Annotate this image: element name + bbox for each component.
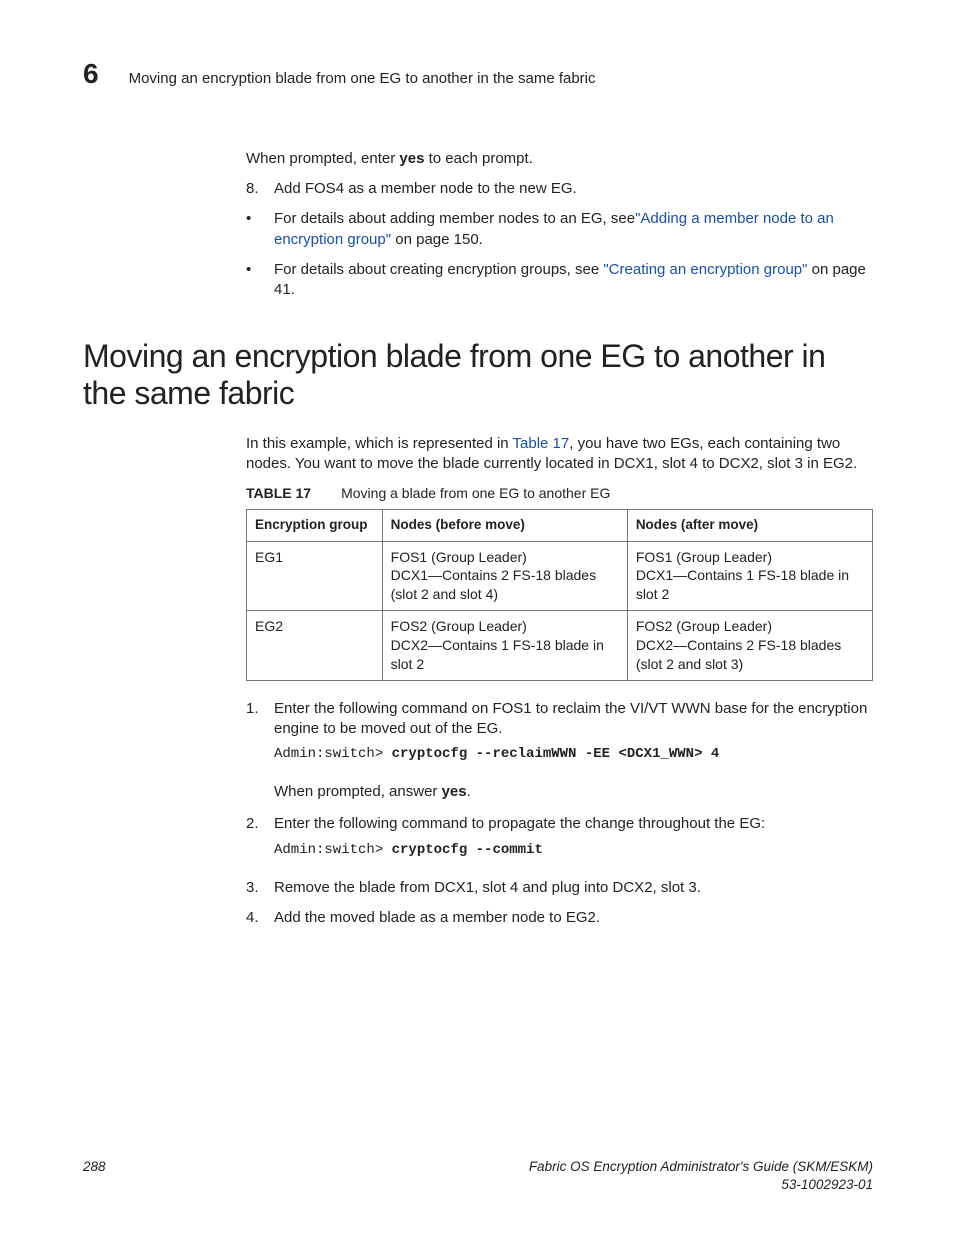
running-header: 6 Moving an encryption blade from one EG… xyxy=(83,55,873,93)
table-header-row: Encryption group Nodes (before move) Nod… xyxy=(247,510,873,541)
link-create-encryption-group[interactable]: "Creating an encryption group" xyxy=(603,261,807,278)
cell-before: FOS2 (Group Leader) DCX2—Contains 1 FS-1… xyxy=(382,611,627,681)
bullet-icon: • xyxy=(246,209,251,229)
text: When prompted, enter xyxy=(246,150,399,167)
running-title: Moving an encryption blade from one EG t… xyxy=(129,69,596,89)
table-17: Encryption group Nodes (before move) Nod… xyxy=(246,509,873,681)
code-plain: Admin:switch> xyxy=(274,842,392,858)
text: FOS1 (Group Leader) xyxy=(391,548,619,567)
text: to each prompt. xyxy=(424,150,532,167)
th-nodes-after: Nodes (after move) xyxy=(627,510,872,541)
text: FOS2 (Group Leader) xyxy=(636,617,864,636)
table-caption: Moving a blade from one EG to another EG xyxy=(341,485,610,501)
prompt-line: When prompted, enter yes to each prompt. xyxy=(246,149,873,169)
text: For details about creating encryption gr… xyxy=(274,261,603,278)
page-content: 6 Moving an encryption blade from one EG… xyxy=(83,55,873,938)
text: DCX2—Contains 1 FS-18 blade in slot 2 xyxy=(391,636,619,674)
step-marker: 4. xyxy=(246,908,259,928)
footer-doc-number: 53-1002923-01 xyxy=(529,1176,873,1194)
step-followup: When prompted, answer yes. xyxy=(274,782,873,802)
step-text: Enter the following command on FOS1 to r… xyxy=(274,700,867,737)
cell-after: FOS1 (Group Leader) DCX1—Contains 1 FS-1… xyxy=(627,541,872,611)
step-marker: 8. xyxy=(246,179,259,199)
code-block: Admin:switch> cryptocfg --reclaimWWN -EE… xyxy=(274,745,873,764)
text: DCX1—Contains 1 FS-18 blade in slot 2 xyxy=(636,566,864,604)
footer-doc-title: Fabric OS Encryption Administrator's Gui… xyxy=(529,1158,873,1176)
text: For details about adding member nodes to… xyxy=(274,210,635,227)
section-heading: Moving an encryption blade from one EG t… xyxy=(83,338,873,412)
step-text: Add FOS4 as a member node to the new EG. xyxy=(274,180,577,197)
text: . xyxy=(467,783,471,800)
text: on page 150. xyxy=(391,231,483,248)
footer-title: Fabric OS Encryption Administrator's Gui… xyxy=(529,1158,873,1193)
step-3: 3. Remove the blade from DCX1, slot 4 an… xyxy=(246,878,873,898)
code-bold: cryptocfg --commit xyxy=(392,842,543,858)
intro-paragraph: In this example, which is represented in… xyxy=(246,434,873,475)
text: FOS2 (Group Leader) xyxy=(391,617,619,636)
table-label: TABLE 17 Moving a blade from one EG to an… xyxy=(246,484,873,503)
bullet-icon: • xyxy=(246,260,251,280)
text: In this example, which is represented in xyxy=(246,435,513,452)
step-text: Enter the following command to propagate… xyxy=(274,815,765,832)
link-table-17[interactable]: Table 17 xyxy=(513,435,570,452)
table-row: EG1 FOS1 (Group Leader) DCX1—Contains 2 … xyxy=(247,541,873,611)
step-2: 2. Enter the following command to propag… xyxy=(246,814,873,859)
table-number: TABLE 17 xyxy=(246,485,311,501)
step-marker: 3. xyxy=(246,878,259,898)
step-4: 4. Add the moved blade as a member node … xyxy=(246,908,873,928)
text-bold: yes xyxy=(399,150,424,167)
cell-before: FOS1 (Group Leader) DCX1—Contains 2 FS-1… xyxy=(382,541,627,611)
bullet-item: • For details about creating encryption … xyxy=(246,260,873,301)
step-marker: 2. xyxy=(246,814,259,834)
text: FOS1 (Group Leader) xyxy=(636,548,864,567)
step-text: Remove the blade from DCX1, slot 4 and p… xyxy=(274,879,701,896)
step-1: 1. Enter the following command on FOS1 t… xyxy=(246,699,873,803)
step-8: 8. Add FOS4 as a member node to the new … xyxy=(246,179,873,199)
upper-content: When prompted, enter yes to each prompt.… xyxy=(246,149,873,301)
step-marker: 1. xyxy=(246,699,259,719)
cell-eg: EG2 xyxy=(247,611,383,681)
th-nodes-before: Nodes (before move) xyxy=(382,510,627,541)
code-bold: cryptocfg --reclaimWWN -EE <DCX1_WWN> 4 xyxy=(392,746,720,762)
text: DCX1—Contains 2 FS-18 blades (slot 2 and… xyxy=(391,566,619,604)
table-row: EG2 FOS2 (Group Leader) DCX2—Contains 1 … xyxy=(247,611,873,681)
page-number: 288 xyxy=(83,1158,106,1176)
chapter-number: 6 xyxy=(83,55,99,93)
step-text: Add the moved blade as a member node to … xyxy=(274,909,600,926)
bullet-item: • For details about adding member nodes … xyxy=(246,209,873,250)
section-body: In this example, which is represented in… xyxy=(246,434,873,928)
text-bold: yes xyxy=(442,783,467,800)
cell-after: FOS2 (Group Leader) DCX2—Contains 2 FS-1… xyxy=(627,611,872,681)
code-block: Admin:switch> cryptocfg --commit xyxy=(274,841,873,860)
cell-eg: EG1 xyxy=(247,541,383,611)
th-encryption-group: Encryption group xyxy=(247,510,383,541)
page-footer: 288 Fabric OS Encryption Administrator's… xyxy=(83,1158,873,1193)
code-plain: Admin:switch> xyxy=(274,746,392,762)
text: DCX2—Contains 2 FS-18 blades (slot 2 and… xyxy=(636,636,864,674)
text: When prompted, answer xyxy=(274,783,442,800)
